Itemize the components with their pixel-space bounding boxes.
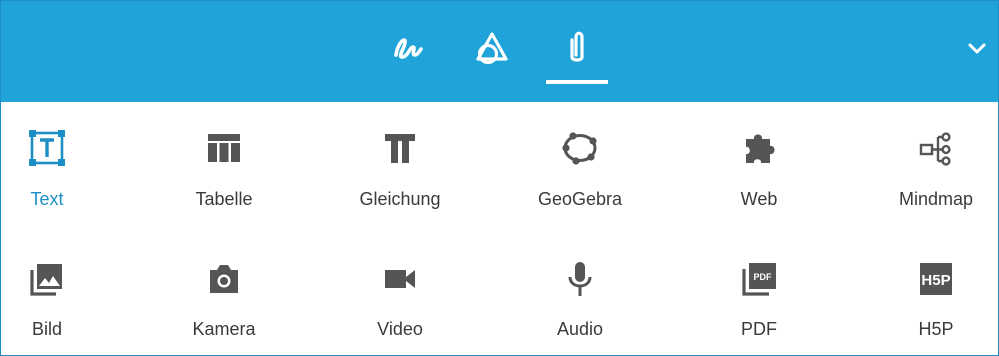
tool-label: Bild bbox=[31, 319, 62, 339]
paperclip-icon bbox=[570, 31, 584, 62]
tool-label: Gleichung bbox=[359, 189, 441, 209]
equation-icon bbox=[380, 128, 420, 168]
h5p-icon: H5P bbox=[916, 259, 956, 299]
tool-label: Kamera bbox=[192, 319, 256, 339]
tool-web[interactable]: Web bbox=[689, 128, 829, 238]
tool-table[interactable]: Tabelle bbox=[154, 128, 294, 238]
tool-label: Video bbox=[377, 319, 423, 339]
svg-text:PDF: PDF bbox=[754, 272, 773, 282]
svg-text:H5P: H5P bbox=[921, 272, 950, 289]
tool-text[interactable]: Text bbox=[1, 128, 117, 238]
geogebra-icon bbox=[560, 128, 600, 168]
tool-label: Text bbox=[30, 189, 64, 209]
camera-icon bbox=[204, 259, 244, 299]
tool-label: PDF bbox=[741, 319, 777, 339]
chevron-down-icon bbox=[968, 43, 986, 54]
table-icon bbox=[204, 128, 244, 168]
pen-squiggle-icon bbox=[394, 38, 423, 59]
tool-geogebra[interactable]: GeoGebra bbox=[510, 128, 650, 238]
tool-pdf[interactable]: PDF PDF bbox=[689, 259, 829, 355]
tool-mindmap[interactable]: Mindmap bbox=[866, 128, 998, 238]
tool-label: H5P bbox=[918, 319, 954, 339]
tools-tab[interactable] bbox=[461, 23, 521, 73]
tool-label: Audio bbox=[556, 319, 604, 339]
tool-video[interactable]: Video bbox=[330, 259, 470, 355]
media-toolbox: Text Tabelle Gleichung GeoGebra Web Mind… bbox=[0, 0, 999, 356]
tool-image[interactable]: Bild bbox=[1, 259, 117, 355]
text-box-icon bbox=[27, 128, 67, 168]
tool-label: GeoGebra bbox=[537, 189, 623, 209]
active-tab-indicator bbox=[546, 80, 608, 84]
puzzle-icon bbox=[739, 128, 779, 168]
collapse-button[interactable] bbox=[959, 31, 995, 67]
draw-tab[interactable] bbox=[378, 23, 438, 73]
mindmap-icon bbox=[916, 128, 956, 168]
tool-audio[interactable]: Audio bbox=[510, 259, 650, 355]
tool-label: Mindmap bbox=[898, 189, 974, 209]
tool-h5p[interactable]: H5P H5P bbox=[866, 259, 998, 355]
image-icon bbox=[27, 259, 67, 299]
pdf-icon: PDF bbox=[739, 259, 779, 299]
tool-camera[interactable]: Kamera bbox=[154, 259, 294, 355]
microphone-icon bbox=[560, 259, 600, 299]
toolbox-header bbox=[1, 1, 998, 102]
tool-label: Web bbox=[740, 189, 778, 209]
tool-label: Tabelle bbox=[195, 189, 253, 209]
video-icon bbox=[380, 259, 420, 299]
tool-equation[interactable]: Gleichung bbox=[330, 128, 470, 238]
shapes-icon bbox=[476, 32, 508, 65]
media-tab[interactable] bbox=[547, 23, 607, 73]
